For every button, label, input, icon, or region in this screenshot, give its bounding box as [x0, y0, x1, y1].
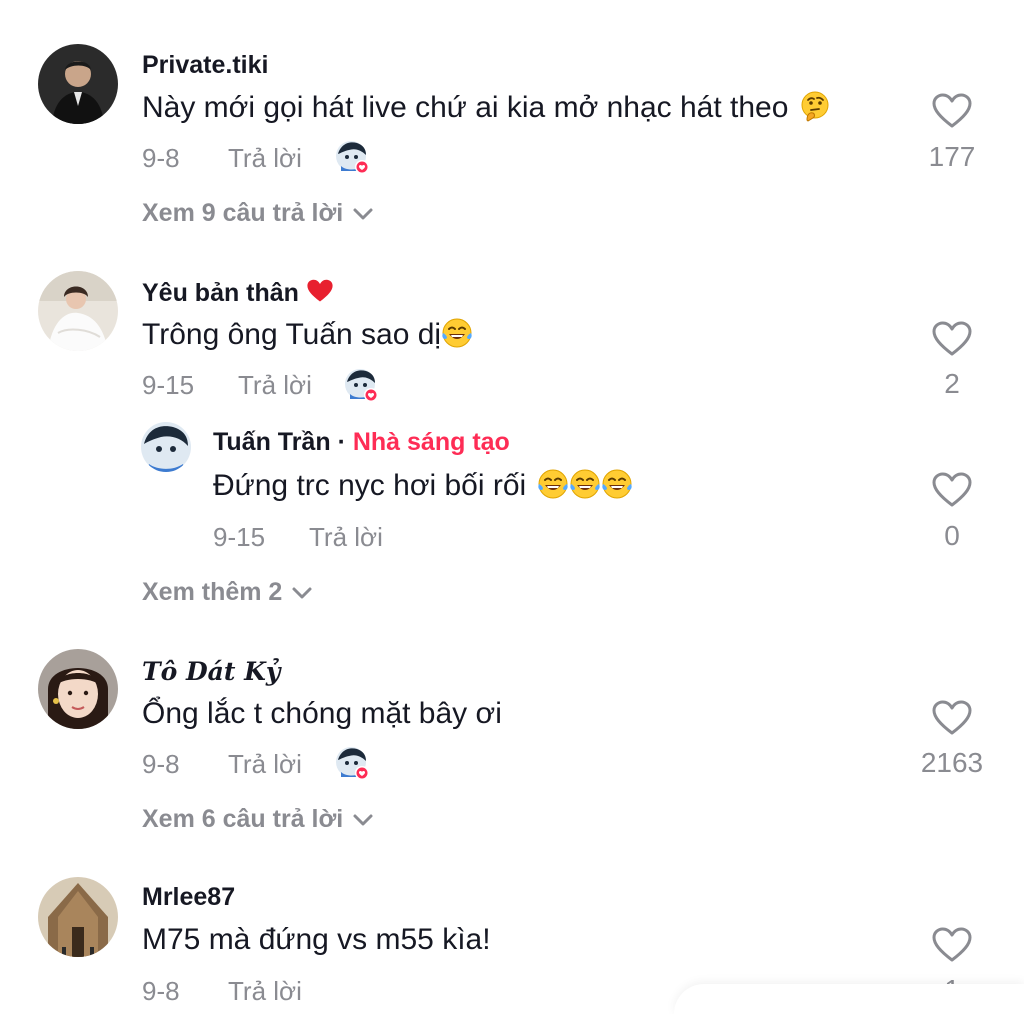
- red-heart-icon: [307, 279, 333, 302]
- comment-text-body: Trông ông Tuấn sao dị: [142, 318, 442, 351]
- reply-text-body: Đứng trc nyc hơi bối rối: [213, 469, 527, 502]
- creator-liked-avatar-icon: [335, 746, 371, 782]
- like-count: 0: [944, 520, 960, 551]
- comment-date: 9-8: [142, 976, 180, 1006]
- avatar[interactable]: [38, 44, 118, 124]
- chevron-down-icon: [351, 813, 375, 827]
- heart-outline-icon[interactable]: [932, 700, 972, 736]
- reply-button[interactable]: Trả lời: [228, 976, 302, 1007]
- comment-date: 9-8: [142, 143, 180, 173]
- bottom-sheet-edge: [674, 984, 1024, 1014]
- chevron-down-icon: [351, 207, 375, 221]
- like-count: 177: [928, 141, 976, 172]
- comment-text: Này mới gọi hát live chứ ai kia mở nhạc …: [142, 90, 831, 125]
- avatar[interactable]: [38, 877, 118, 957]
- view-replies-label: Xem 6 câu trả lời: [142, 805, 344, 833]
- thinking-face-emoji-icon: [799, 90, 831, 122]
- comment-text: M75 mà đứng vs m55 kìa!: [142, 923, 491, 956]
- heart-outline-icon[interactable]: [932, 927, 972, 963]
- reply-username[interactable]: Tuấn Trần · Nhà sáng tạo: [213, 428, 510, 457]
- view-replies-label: Xem 9 câu trả lời: [142, 199, 344, 227]
- comment-item: 𝑻ô 𝑫át 𝑲ỷ Ổng lắc t chóng mặt bây ơi 9-8…: [0, 630, 1024, 855]
- reply-button[interactable]: Trả lời: [228, 143, 302, 174]
- reply-text: Đứng trc nyc hơi bối rối: [213, 468, 633, 503]
- tears-of-joy-emoji-icon: [441, 317, 473, 349]
- tears-of-joy-emoji-icon: [569, 468, 601, 500]
- chevron-down-icon: [290, 586, 314, 600]
- creator-badge: Nhà sáng tạo: [352, 428, 510, 456]
- reply-button[interactable]: Trả lời: [309, 522, 383, 553]
- heart-outline-icon[interactable]: [932, 93, 972, 129]
- reply-button[interactable]: Trả lời: [238, 370, 312, 401]
- avatar[interactable]: [38, 649, 118, 729]
- creator-liked-avatar-icon: [344, 368, 380, 404]
- comment-date: 9-15: [142, 370, 195, 400]
- heart-outline-icon[interactable]: [932, 472, 972, 508]
- username[interactable]: Yêu bản thân: [142, 278, 334, 308]
- view-replies-button[interactable]: Xem 6 câu trả lời: [142, 805, 375, 834]
- comment-text: Ổng lắc t chóng mặt bây ơi: [142, 697, 502, 730]
- reply-username-label: Tuấn Trần: [213, 428, 331, 456]
- view-replies-button[interactable]: Xem 9 câu trả lời: [142, 199, 375, 228]
- avatar[interactable]: [141, 422, 191, 472]
- creator-liked-avatar-icon: [335, 140, 371, 176]
- username[interactable]: Private.tiki: [142, 51, 268, 80]
- view-more-label: Xem thêm 2: [142, 578, 283, 606]
- reply-date: 9-15: [213, 522, 266, 552]
- like-count: 2: [944, 368, 960, 399]
- comment-item: Yêu bản thân Trông ông Tuấn sao dị 9-15 …: [0, 250, 1024, 630]
- comment-text: Trông ông Tuấn sao dị: [142, 317, 473, 352]
- like-count: 2163: [920, 747, 984, 778]
- comment-item: Private.tiki Này mới gọi hát live chứ ai…: [0, 0, 1024, 250]
- comment-date: 9-8: [142, 749, 180, 779]
- tears-of-joy-emoji-icon: [601, 468, 633, 500]
- username-label: Yêu bản thân: [142, 279, 299, 307]
- username[interactable]: Mrlee87: [142, 883, 235, 912]
- tears-of-joy-emoji-icon: [537, 468, 569, 500]
- reply-button[interactable]: Trả lời: [228, 749, 302, 780]
- separator-dot: ·: [337, 428, 346, 456]
- username[interactable]: 𝑻ô 𝑫át 𝑲ỷ: [142, 657, 280, 686]
- avatar[interactable]: [38, 271, 118, 351]
- view-more-button[interactable]: Xem thêm 2: [142, 578, 314, 607]
- comment-text-body: Này mới gọi hát live chứ ai kia mở nhạc …: [142, 91, 789, 124]
- heart-outline-icon[interactable]: [932, 321, 972, 357]
